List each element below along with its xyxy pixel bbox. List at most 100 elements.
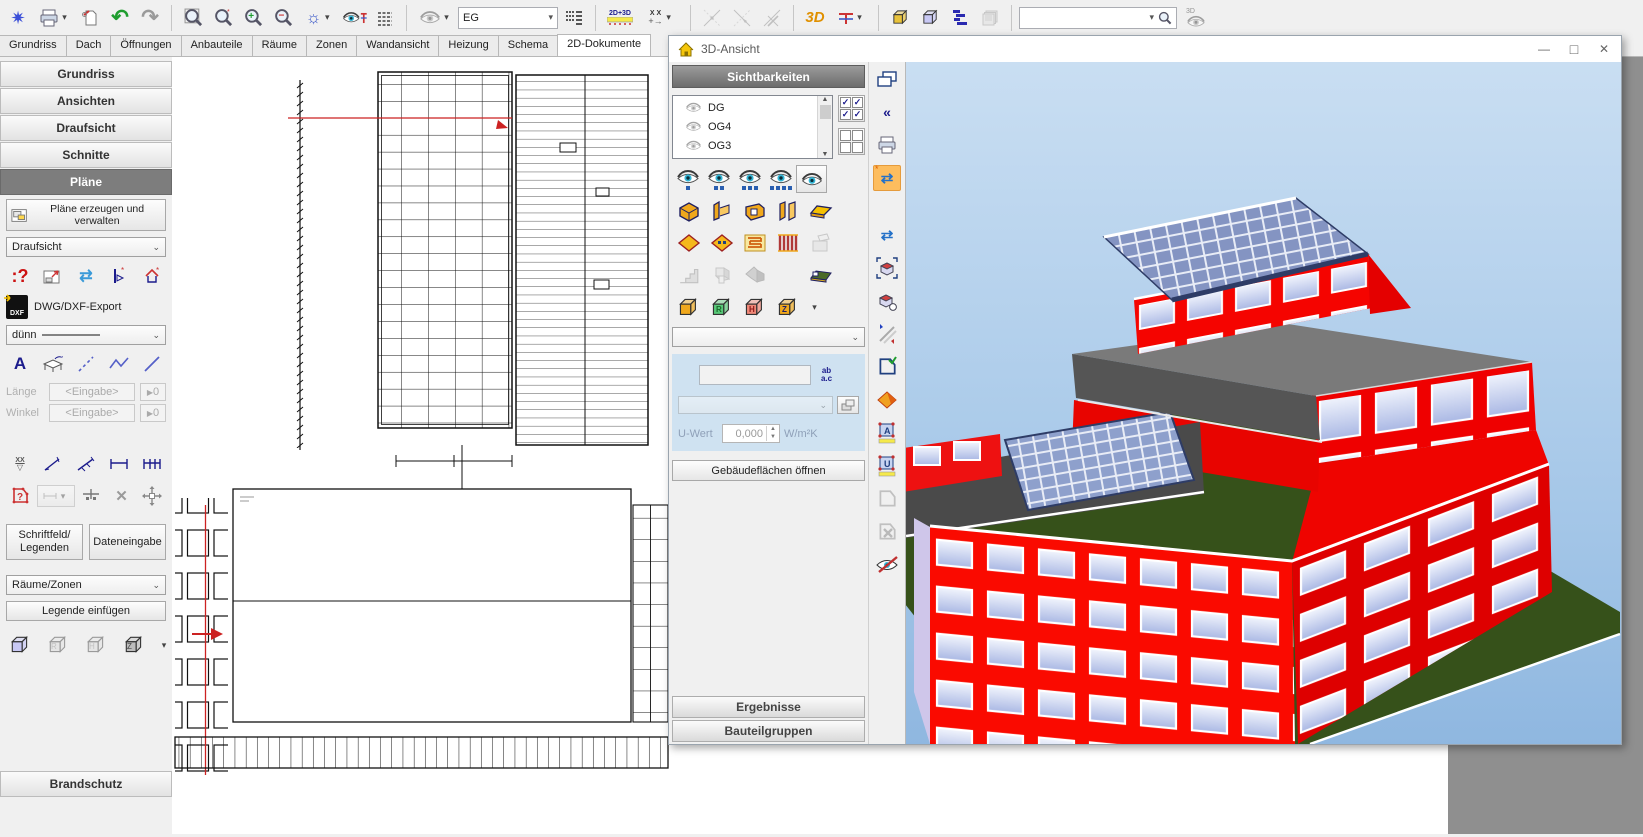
undo-button[interactable]: ↶: [106, 4, 134, 32]
u-wert-spinner[interactable]: 0,000 ▲▼: [722, 424, 780, 443]
layer-item-dg[interactable]: DG: [685, 98, 817, 117]
section-view-button[interactable]: [873, 321, 901, 347]
perimeter-measure-button[interactable]: U: [873, 453, 901, 479]
polygon-confirm-button[interactable]: [873, 354, 901, 380]
sidebar-category-grundriss[interactable]: Grundriss: [0, 61, 172, 87]
house-new-button[interactable]: *: [138, 263, 166, 289]
show-wall-sections-button[interactable]: [705, 197, 738, 225]
construction-line-delete-button[interactable]: [758, 4, 786, 32]
dimension-horizontal-button[interactable]: [105, 451, 133, 477]
tab-zonen[interactable]: Zonen: [306, 35, 357, 56]
show-floor-heating-button[interactable]: [738, 229, 771, 257]
tab-schema[interactable]: Schema: [498, 35, 558, 56]
cube-visibility-dropdown[interactable]: ▾: [804, 293, 824, 321]
print-3d-button[interactable]: [873, 132, 901, 158]
cube-all-visibility-button[interactable]: [672, 293, 705, 321]
visibility-eye-4-button[interactable]: [765, 165, 796, 193]
visibility-settings-button[interactable]: [341, 4, 369, 32]
scroll-thumb[interactable]: [820, 105, 831, 119]
collapse-panel-button[interactable]: «: [873, 99, 901, 125]
delete-button[interactable]: ✕: [108, 483, 136, 509]
zoom-window-button[interactable]: [179, 4, 207, 32]
component-select[interactable]: ⌄: [672, 327, 865, 347]
visibility-eye-1-button[interactable]: [672, 165, 703, 193]
measure-2d3d-button[interactable]: 2D+3D: [603, 4, 637, 32]
manual-sync-button[interactable]: ⇄: [873, 222, 901, 248]
print-button[interactable]: ▾: [34, 4, 74, 32]
layer-item-og3[interactable]: OG3: [685, 136, 817, 155]
window-titlebar[interactable]: 3D-Ansicht — □ ✕: [669, 36, 1621, 62]
xx-transfer-button[interactable]: X X +→ ▾: [639, 4, 683, 32]
list-button[interactable]: [371, 4, 399, 32]
maximize-button[interactable]: □: [1559, 38, 1589, 60]
copy-view-button[interactable]: [76, 4, 104, 32]
dimension-chain-button[interactable]: [72, 451, 100, 477]
layer-scrollbar[interactable]: ▲ ▼: [817, 96, 832, 158]
select-3d-button[interactable]: [873, 255, 901, 281]
text-tool-button[interactable]: A: [6, 351, 34, 377]
tab-oeffnungen[interactable]: Öffnungen: [110, 35, 181, 56]
close-button[interactable]: ✕: [1589, 38, 1619, 60]
show-terrain-button[interactable]: [804, 261, 837, 289]
show-room-openings-button[interactable]: [738, 197, 771, 225]
export-view-button[interactable]: [39, 263, 67, 289]
auto-sync-button[interactable]: ⇄ *: [873, 165, 901, 191]
3d-measure-button[interactable]: ▾: [831, 4, 871, 32]
dimension-style-combo[interactable]: ▾: [37, 485, 75, 507]
scroll-up-icon[interactable]: ▲: [822, 96, 829, 103]
sidebar-category-schnitte[interactable]: Schnitte: [0, 142, 172, 168]
laenge-zero-button[interactable]: ▶0: [140, 383, 166, 401]
move-button[interactable]: [138, 483, 166, 509]
line-style-select[interactable]: dünn ⌄: [6, 325, 166, 345]
level-combobox[interactable]: EG ▾: [458, 7, 558, 29]
brandschutz-button[interactable]: Brandschutz: [0, 771, 172, 797]
tab-wandansicht[interactable]: Wandansicht: [356, 35, 439, 56]
area-measure-button[interactable]: A: [873, 420, 901, 446]
visibility-eye-2-button[interactable]: [703, 165, 734, 193]
zoom-in-button[interactable]: +: [239, 4, 267, 32]
visibility-eye-all-button[interactable]: [796, 165, 827, 193]
tab-heizung[interactable]: Heizung: [438, 35, 498, 56]
cube-h-button[interactable]: H: [82, 632, 110, 658]
layer-eye-button[interactable]: ▾: [414, 4, 456, 32]
component-bars-button[interactable]: [946, 4, 974, 32]
apply-material-button[interactable]: [837, 396, 859, 414]
show-roofs-button[interactable]: [738, 261, 771, 289]
help-button[interactable]: :?: [6, 263, 34, 289]
cube-z-button[interactable]: Z: [120, 632, 148, 658]
refresh-button[interactable]: ⇄: [72, 263, 100, 289]
component-name-input[interactable]: [699, 365, 811, 385]
zones-select[interactable]: Räume/Zonen ⌄: [6, 575, 166, 595]
search-input[interactable]: [1024, 11, 1143, 25]
material-select[interactable]: ⌄: [678, 396, 833, 414]
check-all-button[interactable]: ✓✓✓✓: [838, 95, 865, 122]
3d-view-button[interactable]: 3D: [801, 4, 829, 32]
cube-dropdown[interactable]: ▾: [159, 640, 169, 651]
ergebnisse-header[interactable]: Ergebnisse: [672, 696, 865, 718]
dateneingabe-button[interactable]: Dateneingabe: [89, 524, 166, 560]
dimension-diagonal-button[interactable]: [39, 451, 67, 477]
wire-box-button[interactable]: [916, 4, 944, 32]
cube-zones-button[interactable]: Z: [771, 293, 804, 321]
cube-all-button[interactable]: [6, 632, 34, 658]
brightness-button[interactable]: ☼ ▾: [299, 4, 339, 32]
show-walls-button[interactable]: [672, 197, 705, 225]
show-supports-button[interactable]: [705, 261, 738, 289]
xx-dimension-button[interactable]: XX▽: [6, 451, 34, 477]
show-stamps-button[interactable]: [804, 229, 837, 257]
grid-list-button[interactable]: [560, 4, 588, 32]
legende-button[interactable]: Legende einfügen: [6, 601, 166, 621]
show-floors-button[interactable]: [672, 229, 705, 257]
polygon-delete-button[interactable]: [873, 519, 901, 545]
floor-area-button[interactable]: [873, 387, 901, 413]
cube-r-button[interactable]: R: [44, 632, 72, 658]
search-combobox[interactable]: ▾: [1019, 7, 1177, 29]
tab-anbauteile[interactable]: Anbauteile: [181, 35, 253, 56]
zoom-out-button[interactable]: −: [269, 4, 297, 32]
3d-viewport[interactable]: [905, 62, 1621, 744]
furniture-tool-button[interactable]: [39, 351, 67, 377]
view-type-select[interactable]: Draufsicht ⌄: [6, 237, 166, 257]
minimize-button[interactable]: —: [1529, 38, 1559, 60]
tab-2d-dokumente[interactable]: 2D-Dokumente: [557, 34, 651, 56]
area-question-button[interactable]: ?: [6, 483, 34, 509]
